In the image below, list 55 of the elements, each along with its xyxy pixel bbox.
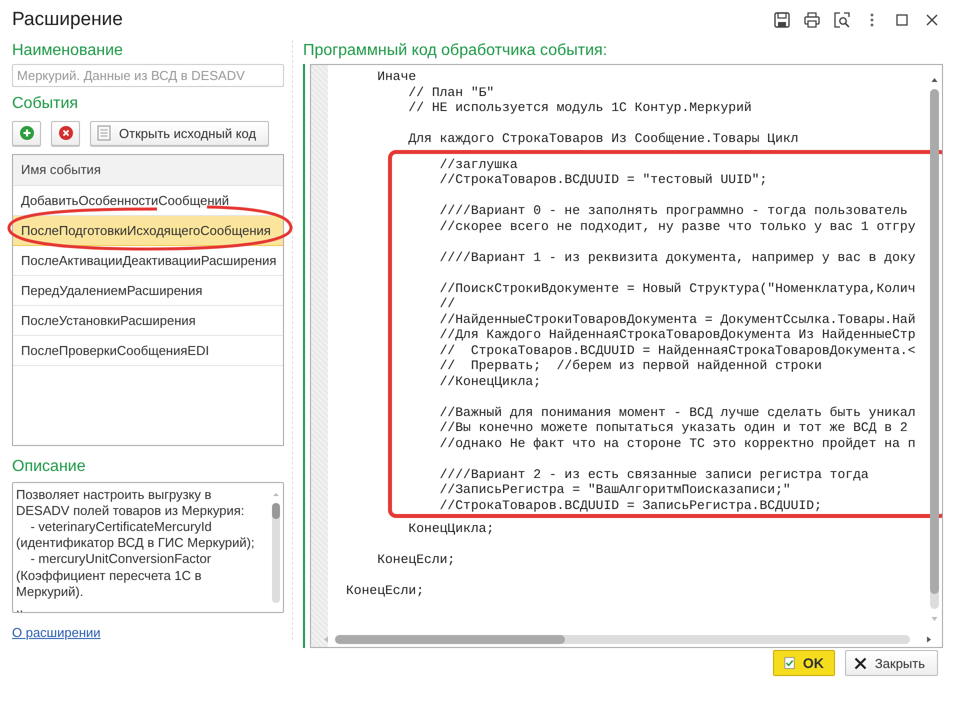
event-row[interactable]: ПослеАктивацииДеактивацииРасширения	[13, 246, 283, 276]
column-header: Имя события	[13, 154, 283, 186]
check-document-icon	[784, 655, 795, 671]
code-line: Иначе	[376, 69, 418, 84]
save-icon[interactable]	[773, 11, 791, 29]
code-line: //однако Не факт что на стороне ТС это корректно пройдет на п	[438, 436, 916, 451]
open-code-button[interactable]: Открыть исходный код	[90, 120, 270, 146]
code-line: // СтрокаТоваров.ВСДUUID = НайденнаяСтрокаТоваровДокумента.<	[438, 342, 916, 358]
code-line: //скорее всего не подходит, ну разве что только у вас 1 отгру	[438, 218, 916, 234]
window-title: Расширение	[12, 9, 124, 31]
code-label: Программный код обработчика события:	[303, 42, 608, 60]
code-line: ////Вариант 2 - из есть связанные записи регистра тогда	[438, 466, 870, 482]
document-icon	[97, 125, 111, 142]
delete-button[interactable]	[51, 120, 80, 146]
name-label: Наименование	[12, 42, 124, 60]
code-line: //Для Каждого НайденнаяСтрокаТоваровДокумента Из НайденныеСтр	[438, 327, 916, 342]
code-line: КонецЦикла;	[407, 521, 496, 536]
about-link[interactable]: О расширении	[12, 625, 101, 640]
event-row[interactable]: ПослеПодготовкиИсходящегоСообщения	[13, 216, 283, 246]
event-row[interactable]: ПослеПроверкиСообщенияEDI	[13, 336, 283, 366]
code-line: //Вы конечно можете попытаться указать один и тот же ВСД в 2	[438, 420, 909, 436]
code-line: //КонецЦикла;	[438, 374, 542, 389]
name-field[interactable]: Меркурий. Данные из ВСД в DESADV	[12, 64, 284, 87]
code-line: //ПоискСтрокиВдокументе = Новый Структура("Номенклатура,Колич	[438, 280, 916, 296]
horizontal-scrollbar[interactable]	[323, 635, 933, 644]
code-line: КонецЕсли;	[376, 552, 456, 568]
ok-button[interactable]: OK	[772, 650, 835, 676]
code-line: //СтрокаТоваров.ВСДUUID = "тестовый UUID";	[438, 172, 768, 188]
events-label: События	[12, 94, 80, 113]
code-line: //ЗаписьРегистра = "ВашАлгоритмПоисказаписи;"	[438, 482, 792, 498]
event-row[interactable]: ПередУдалениемРасширения	[13, 276, 283, 306]
code-line: // План "Б"	[407, 84, 496, 100]
code-line: //	[438, 296, 456, 312]
code-line: //заглушка	[438, 156, 519, 172]
cross-icon	[854, 656, 867, 670]
print-icon[interactable]	[803, 11, 821, 29]
code-line: ////Вариант 1 - из реквизита документа, например у вас в доку	[438, 250, 916, 265]
code-line: // Прервать; //берем из первой найденной строки	[438, 358, 823, 374]
close-button[interactable]: Закрыть	[844, 650, 938, 676]
add-button[interactable]	[12, 120, 41, 146]
code-line: // НЕ используется модуль 1С Контур.Меркурий	[407, 100, 753, 116]
code-editor[interactable]	[310, 64, 943, 648]
description-label: Описание	[12, 458, 87, 476]
cross-icon	[58, 126, 72, 140]
code-line: //СтрокаТоваров.ВСДUUID = ЗаписьРегистра.ВСДUUID;	[438, 498, 823, 513]
preview-icon[interactable]	[833, 11, 851, 29]
description-text: Позволяет настроить выгрузку в DESADV полей товаров из Меркурия: - veterinaryCertificateMercuryId (идентификатор ВСД в ГИС Меркурий); - mercuryUnitConversionFactor (Коэффициент пересчета 1С в Меркурий). ..	[15, 486, 256, 612]
event-row[interactable]: ПослеУстановкиРасширения	[13, 306, 283, 336]
vertical-scrollbar[interactable]	[930, 77, 939, 622]
code-line: КонецЕсли;	[346, 583, 426, 598]
code-line: //Важный для понимания момент - ВСД лучше сделать быть уникал	[438, 404, 916, 420]
code-line: ////Вариант 0 - не заполнять программно - тогда пользователь	[438, 203, 909, 218]
code-line: Для каждого СтрокаТоваров Из Сообщение.Товары Цикл	[407, 131, 800, 146]
plus-icon	[20, 126, 34, 140]
code-line: //НайденныеСтрокиТоваровДокумента = ДокументСсылка.Товары.Най	[438, 312, 916, 327]
